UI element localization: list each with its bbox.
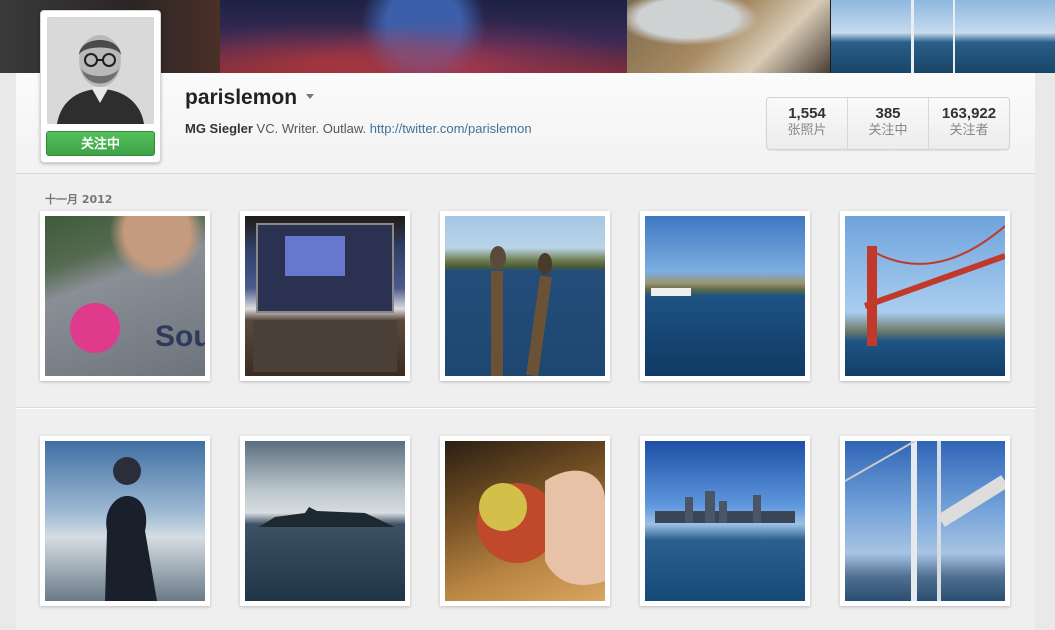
mast-shape: [953, 0, 955, 73]
stat-following-label: 关注中: [868, 123, 908, 138]
photo-thumbnail[interactable]: [240, 436, 410, 606]
photo-thumbnail[interactable]: [440, 211, 610, 381]
stat-following[interactable]: 385 关注中: [848, 98, 929, 149]
banner-photo-concert[interactable]: [220, 0, 627, 73]
photo-image: [245, 441, 405, 601]
laptop-icon: [253, 223, 397, 372]
stat-followers[interactable]: 163,922 关注者: [929, 98, 1009, 149]
stat-following-count: 385: [875, 105, 901, 122]
photo-image: [45, 441, 205, 601]
bio-full-name: MG Siegler: [185, 121, 253, 136]
skyline-icon: [655, 491, 795, 523]
avatar[interactable]: [47, 17, 154, 124]
banner-photo-desk[interactable]: [627, 0, 830, 73]
photo-image: Sou: [45, 216, 205, 376]
photo-thumbnail[interactable]: [840, 211, 1010, 381]
island-icon: [259, 507, 395, 527]
banner-photo-sailboat[interactable]: [831, 0, 1055, 73]
photo-image: [845, 216, 1005, 376]
stat-followers-count: 163,922: [941, 105, 997, 122]
photo-feed: 十一月 2012 Sou: [16, 174, 1035, 630]
chevron-down-icon[interactable]: [306, 94, 314, 99]
photo-thumbnail[interactable]: [240, 211, 410, 381]
month-label: 十一月 2012: [45, 193, 113, 206]
profile-stats: 1,554 张照片 385 关注中 163,922 关注者: [766, 97, 1010, 150]
silhouette-icon: [105, 457, 157, 601]
stat-followers-label: 关注者: [949, 123, 989, 138]
photo-image: [845, 441, 1005, 601]
svg-text:Sou: Sou: [155, 320, 205, 353]
following-button[interactable]: 关注中: [46, 131, 155, 156]
profile-username[interactable]: parislemon: [185, 86, 297, 110]
photo-image: [245, 216, 405, 376]
stat-photos-count: 1,554: [788, 105, 826, 122]
voted-sticker-icon: Sou: [70, 303, 205, 353]
avatar-portrait-icon: [47, 17, 154, 124]
stat-photos[interactable]: 1,554 张照片: [767, 98, 848, 149]
profile-bio: MG Siegler VC. Writer. Outlaw. http://tw…: [185, 121, 532, 136]
photo-thumbnail[interactable]: [840, 436, 1010, 606]
bio-link[interactable]: http://twitter.com/parislemon: [370, 121, 532, 136]
stat-photos-label: 张照片: [787, 123, 827, 138]
photo-thumbnail[interactable]: [440, 436, 610, 606]
photo-thumbnail[interactable]: [640, 436, 810, 606]
sailboat-mast-icon: [845, 441, 1005, 601]
boat-icon: [651, 288, 691, 296]
pilings-icon: [490, 246, 552, 376]
bio-text: VC. Writer. Outlaw.: [256, 121, 367, 136]
photo-thumbnail[interactable]: Sou: [40, 211, 210, 381]
apple-icon: [477, 470, 605, 585]
mast-shape: [911, 0, 914, 73]
bridge-icon: [863, 225, 1005, 346]
row-divider: [16, 407, 1035, 408]
photo-image: [445, 216, 605, 376]
photo-image: [445, 441, 605, 601]
photo-thumbnail[interactable]: [40, 436, 210, 606]
profile-header: 关注中 parislemon MG Siegler VC. Writer. Ou…: [16, 10, 1035, 174]
photo-image: [645, 216, 805, 376]
photo-image: [645, 441, 805, 601]
photo-thumbnail[interactable]: [640, 211, 810, 381]
avatar-card: 关注中: [40, 10, 161, 163]
